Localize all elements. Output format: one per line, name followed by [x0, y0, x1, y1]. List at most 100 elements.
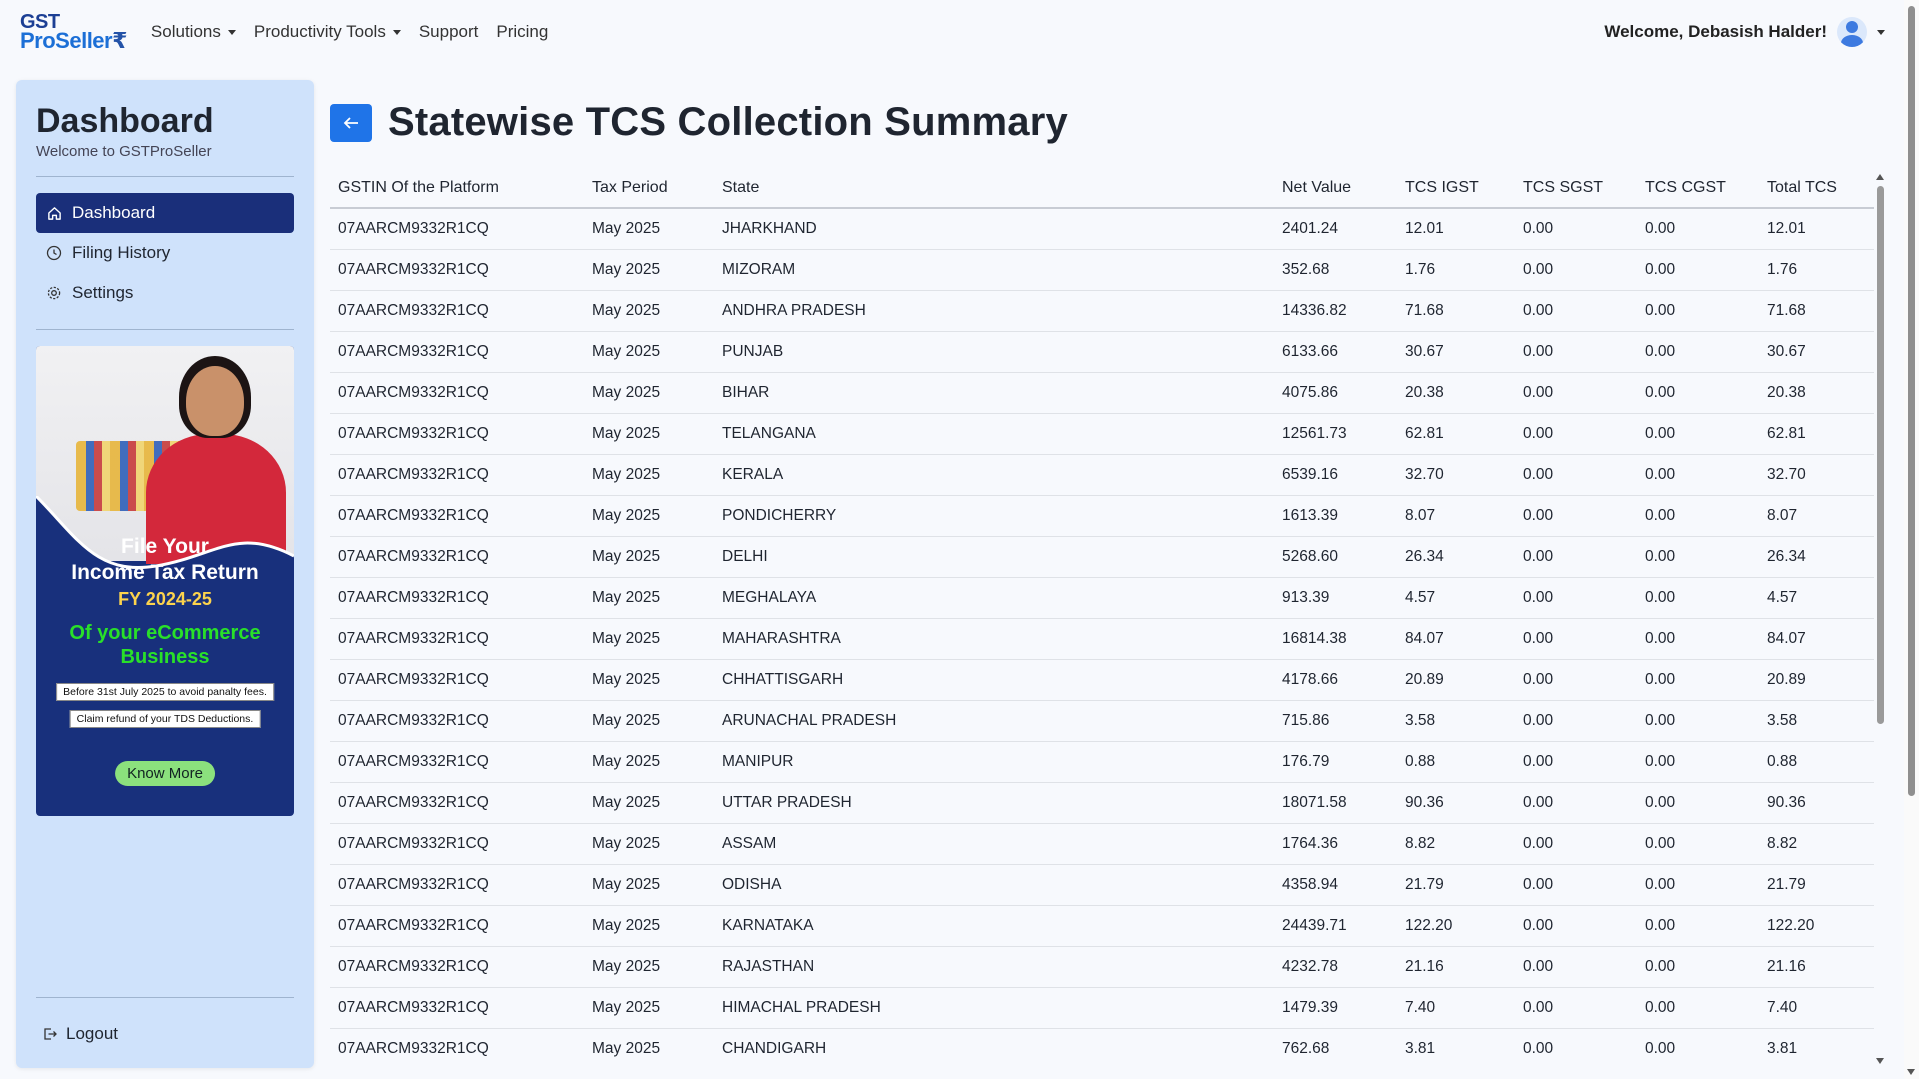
cell-total-tcs: 20.89: [1759, 659, 1874, 701]
promo-note-deadline: Before 31st July 2025 to avoid panalty f…: [56, 683, 274, 701]
home-icon: [46, 205, 62, 221]
logout-button[interactable]: Logout: [36, 1014, 294, 1054]
tcs-summary-table-container[interactable]: GSTIN Of the Platform Tax Period State N…: [330, 168, 1874, 1068]
cell-tcs-sgst: 0.00: [1515, 413, 1637, 455]
cell-net-value: 4232.78: [1274, 946, 1397, 988]
cell-tcs-cgst: 0.00: [1637, 864, 1759, 906]
scroll-down-icon[interactable]: [1876, 1058, 1884, 1064]
col-net-value: Net Value: [1274, 168, 1397, 209]
cell-total-tcs: 7.40: [1759, 987, 1874, 1029]
page-title: Statewise TCS Collection Summary: [388, 100, 1068, 144]
user-menu[interactable]: Welcome, Debasish Halder!: [1604, 17, 1885, 47]
cell-tcs-igst: 20.89: [1397, 659, 1515, 701]
cell-gstin: 07AARCM9332R1CQ: [330, 864, 584, 906]
know-more-button[interactable]: Know More: [115, 761, 215, 786]
cell-tcs-cgst: 0.00: [1637, 741, 1759, 783]
cell-gstin: 07AARCM9332R1CQ: [330, 454, 584, 496]
cell-tcs-cgst: 0.00: [1637, 700, 1759, 742]
cell-tax-period: May 2025: [584, 208, 714, 250]
table-header-row: GSTIN Of the Platform Tax Period State N…: [330, 168, 1874, 209]
cell-state: PONDICHERRY: [714, 495, 1274, 537]
cell-gstin: 07AARCM9332R1CQ: [330, 290, 584, 332]
cell-tcs-cgst: 0.00: [1637, 290, 1759, 332]
sidebar-title: Dashboard: [36, 102, 214, 140]
cell-tcs-sgst: 0.00: [1515, 1028, 1637, 1068]
cell-tax-period: May 2025: [584, 946, 714, 988]
cell-net-value: 12561.73: [1274, 413, 1397, 455]
chevron-down-icon[interactable]: [1877, 29, 1885, 35]
sidebar-item-settings[interactable]: Settings: [36, 273, 294, 313]
nav-productivity-tools[interactable]: Productivity Tools: [254, 22, 401, 42]
table-row: 07AARCM9332R1CQ May 2025 JHARKHAND 2401.24 1…: [330, 208, 1874, 250]
cell-tcs-sgst: 0.00: [1515, 987, 1637, 1029]
cell-tcs-igst: 0.88: [1397, 741, 1515, 783]
cell-tax-period: May 2025: [584, 290, 714, 332]
cell-net-value: 4358.94: [1274, 864, 1397, 906]
cell-state: PUNJAB: [714, 331, 1274, 373]
table-row: 07AARCM9332R1CQ May 2025 ASSAM 1764.36 8.82 0…: [330, 823, 1874, 865]
scroll-up-icon[interactable]: [1876, 174, 1884, 180]
nav-pricing[interactable]: Pricing: [496, 22, 548, 42]
cell-tcs-sgst: 0.00: [1515, 290, 1637, 332]
col-gstin: GSTIN Of the Platform: [330, 168, 584, 209]
brand-logo[interactable]: GST ProSeller₹: [20, 12, 127, 52]
cell-state: ANDHRA PRADESH: [714, 290, 1274, 332]
table-row: 07AARCM9332R1CQ May 2025 MIZORAM 352.68 1.76…: [330, 249, 1874, 291]
welcome-text: Welcome, Debasish Halder!: [1604, 22, 1827, 41]
table-scrollbar[interactable]: [1874, 172, 1886, 1066]
cell-tax-period: May 2025: [584, 864, 714, 906]
cell-total-tcs: 8.07: [1759, 495, 1874, 537]
cell-state: UTTAR PRADESH: [714, 782, 1274, 824]
cell-tcs-cgst: 0.00: [1637, 946, 1759, 988]
col-tax-period: Tax Period: [584, 168, 714, 209]
cell-tcs-igst: 8.82: [1397, 823, 1515, 865]
page-scroll-down-icon[interactable]: [1907, 1069, 1915, 1075]
cell-tax-period: May 2025: [584, 454, 714, 496]
cell-total-tcs: 32.70: [1759, 454, 1874, 496]
cell-tcs-igst: 90.36: [1397, 782, 1515, 824]
cell-state: MEGHALAYA: [714, 577, 1274, 619]
nav-solutions[interactable]: Solutions: [151, 22, 236, 42]
cell-total-tcs: 26.34: [1759, 536, 1874, 578]
cell-tcs-cgst: 0.00: [1637, 495, 1759, 537]
cell-tcs-sgst: 0.00: [1515, 208, 1637, 250]
cell-total-tcs: 4.57: [1759, 577, 1874, 619]
sidebar-item-dashboard[interactable]: Dashboard: [36, 193, 294, 233]
cell-tcs-sgst: 0.00: [1515, 618, 1637, 660]
table-row: 07AARCM9332R1CQ May 2025 PUNJAB 6133.66 30.6…: [330, 331, 1874, 373]
nav-support[interactable]: Support: [419, 22, 479, 42]
promo-highlight: Of your eCommerce Business: [69, 622, 261, 668]
cell-tcs-cgst: 0.00: [1637, 536, 1759, 578]
itr-promo-banner[interactable]: File Your Income Tax Return FY 2024-25 O…: [36, 346, 294, 816]
cell-tax-period: May 2025: [584, 905, 714, 947]
table-row: 07AARCM9332R1CQ May 2025 ODISHA 4358.94 21.7…: [330, 864, 1874, 906]
cell-tcs-igst: 8.07: [1397, 495, 1515, 537]
cell-state: HIMACHAL PRADESH: [714, 987, 1274, 1029]
col-tcs-igst: TCS IGST: [1397, 168, 1515, 209]
back-button[interactable]: [330, 103, 372, 142]
table-row: 07AARCM9332R1CQ May 2025 KARNATAKA 24439.71…: [330, 905, 1874, 947]
page-header: Statewise TCS Collection Summary: [330, 100, 1068, 145]
cell-net-value: 24439.71: [1274, 905, 1397, 947]
cell-tcs-igst: 62.81: [1397, 413, 1515, 455]
cell-total-tcs: 3.81: [1759, 1028, 1874, 1068]
page-scrollbar[interactable]: [1904, 0, 1919, 1079]
avatar-icon[interactable]: [1837, 17, 1867, 47]
sidebar-item-label: Settings: [72, 283, 134, 302]
sidebar-item-filing-history[interactable]: Filing History: [36, 233, 294, 273]
cell-total-tcs: 30.67: [1759, 331, 1874, 373]
sidebar-item-label: Filing History: [72, 243, 171, 262]
promo-note-refund: Claim refund of your TDS Deductions.: [69, 710, 261, 728]
col-tcs-sgst: TCS SGST: [1515, 168, 1637, 209]
cell-tcs-sgst: 0.00: [1515, 577, 1637, 619]
table-row: 07AARCM9332R1CQ May 2025 TELANGANA 12561.73…: [330, 413, 1874, 455]
cell-tcs-igst: 122.20: [1397, 905, 1515, 947]
scrollbar-thumb[interactable]: [1877, 186, 1884, 724]
cell-total-tcs: 62.81: [1759, 413, 1874, 455]
table-row: 07AARCM9332R1CQ May 2025 CHHATTISGARH 4178.…: [330, 659, 1874, 701]
cell-tcs-sgst: 0.00: [1515, 782, 1637, 824]
cell-state: KERALA: [714, 454, 1274, 496]
cell-tax-period: May 2025: [584, 782, 714, 824]
cell-state: MAHARASHTRA: [714, 618, 1274, 660]
page-scrollbar-thumb[interactable]: [1908, 6, 1915, 796]
